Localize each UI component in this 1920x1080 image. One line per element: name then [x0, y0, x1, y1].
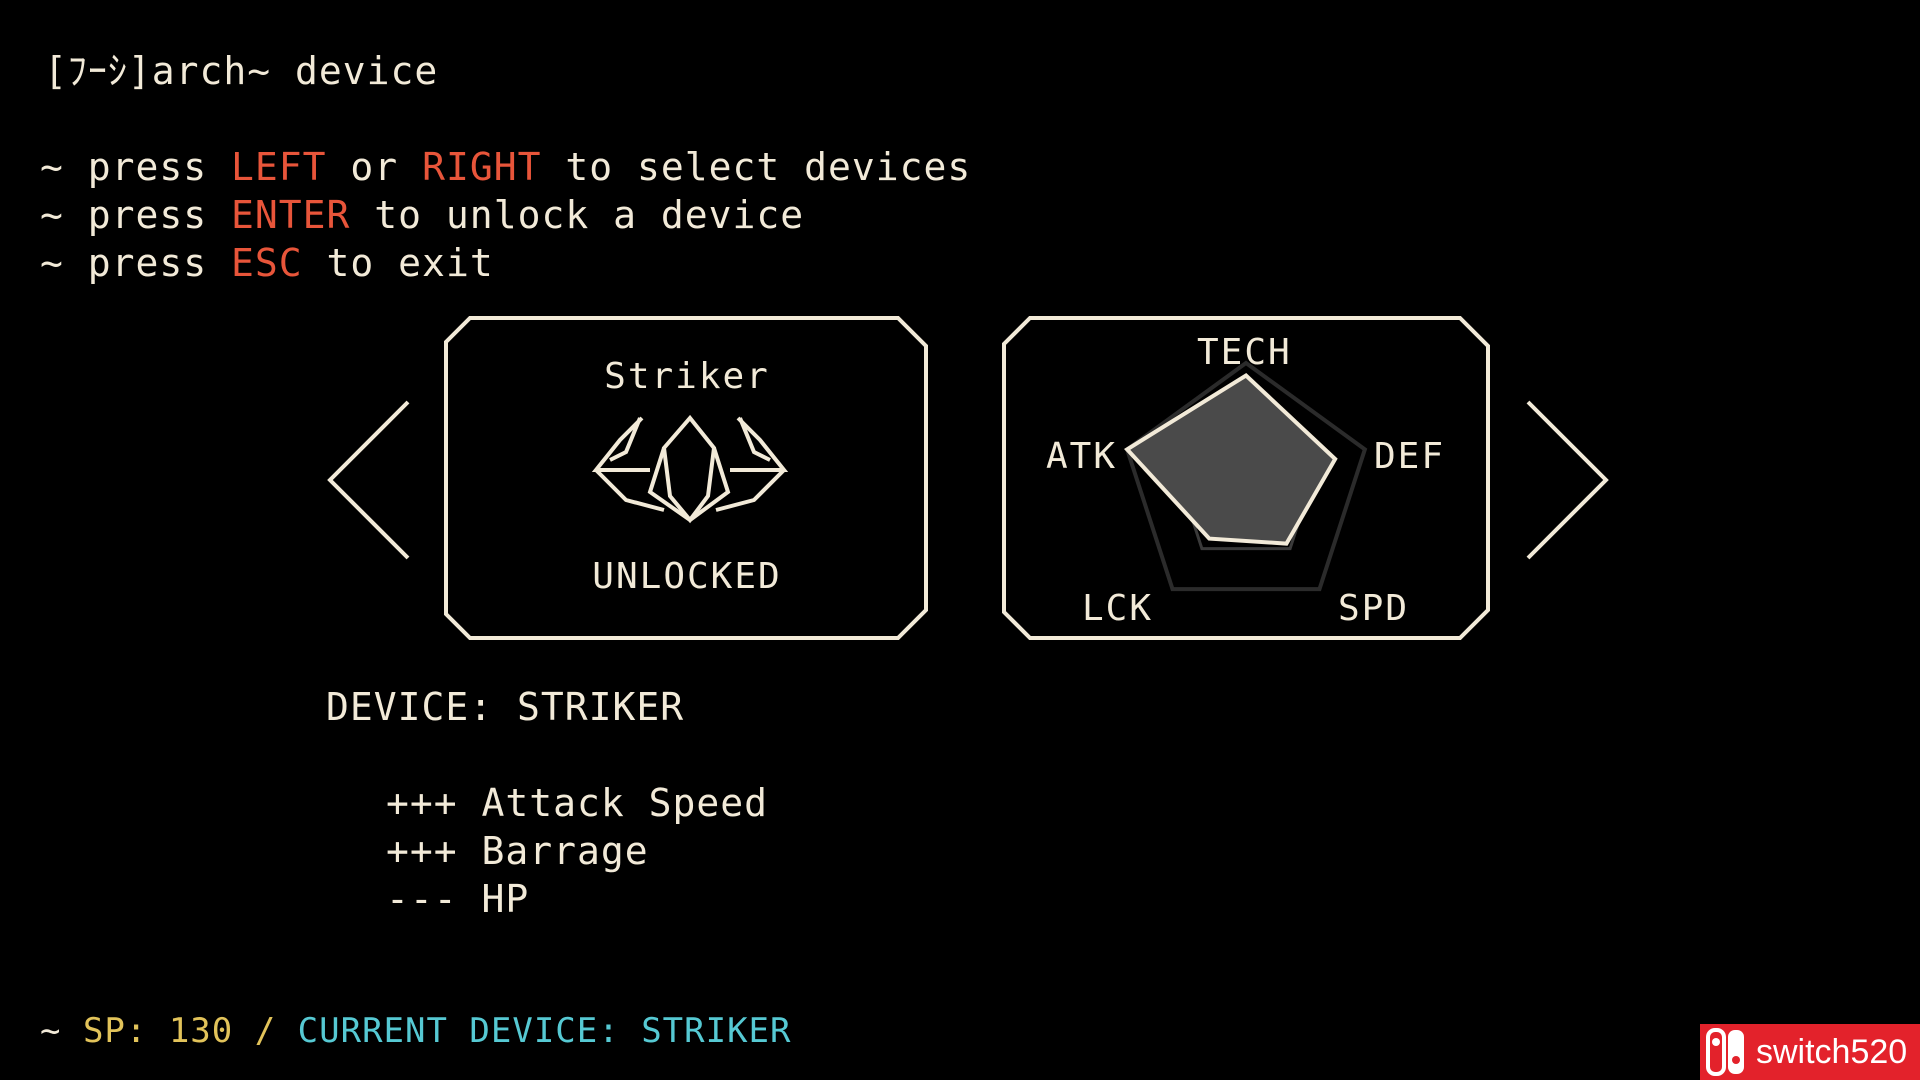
watermark: switch520	[1700, 1024, 1920, 1080]
status-footer: ~ SP: 130 / CURRENT DEVICE: STRIKER	[40, 1014, 791, 1048]
radar-data-area	[1124, 372, 1338, 546]
striker-ship-icon	[591, 414, 789, 524]
stat-label-lck: LCK	[1082, 588, 1154, 629]
switch-logo-icon	[1706, 1028, 1744, 1076]
chevron-right-icon[interactable]	[1526, 400, 1609, 560]
stat-label-tech: TECH	[1197, 332, 1292, 373]
modifier-line: +++ Attack Speed	[386, 781, 769, 825]
watermark-text: switch520	[1756, 1032, 1908, 1071]
footer-separator: /	[233, 1011, 298, 1051]
frames-layer	[327, 316, 1609, 640]
stat-label-def: DEF	[1374, 436, 1446, 477]
footer-tilde: ~	[40, 1011, 83, 1051]
device-card-name: Striker	[604, 356, 770, 397]
stat-label-spd: SPD	[1338, 588, 1410, 629]
modifier-line: --- HP	[386, 877, 530, 921]
chevron-left-icon[interactable]	[327, 400, 410, 560]
device-card-status: UNLOCKED	[592, 556, 782, 597]
stat-label-atk: ATK	[1046, 436, 1118, 477]
radar-chart	[1124, 360, 1368, 592]
sp-counter: SP: 130	[82, 1011, 234, 1051]
modifier-line: +++ Barrage	[386, 829, 649, 873]
current-device: CURRENT DEVICE: STRIKER	[297, 1011, 792, 1051]
device-detail-title: DEVICE: STRIKER	[326, 685, 685, 729]
